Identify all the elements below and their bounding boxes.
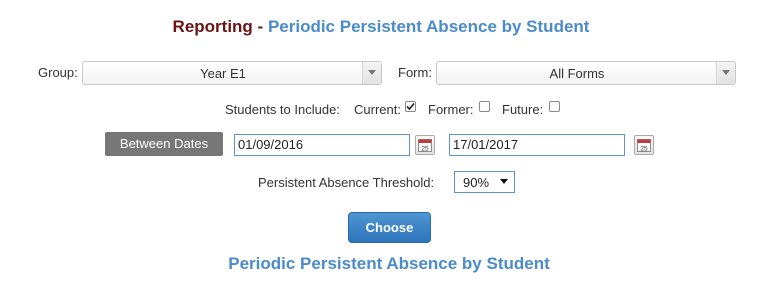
chevron-down-icon — [368, 70, 376, 75]
end-date-input[interactable]: 17/01/2017 — [449, 134, 625, 156]
svg-text:25: 25 — [421, 145, 429, 152]
group-select-value: Year E1 — [200, 66, 246, 81]
checkmark-icon — [406, 102, 415, 111]
group-label: Group: — [38, 65, 78, 80]
threshold-select-value: 90% — [463, 175, 490, 190]
end-date-calendar-button[interactable]: 25 — [634, 135, 654, 155]
threshold-label: Persistent Absence Threshold: — [258, 175, 435, 190]
form-select[interactable]: All Forms — [436, 61, 736, 85]
calendar-icon: 25 — [637, 139, 651, 152]
choose-button[interactable]: Choose — [348, 212, 431, 243]
form-select-value: All Forms — [549, 66, 605, 81]
future-checkbox[interactable] — [549, 101, 560, 112]
report-title: Periodic Persistent Absence by Student — [228, 254, 550, 273]
page-title: Reporting - Periodic Persistent Absence … — [0, 17, 762, 37]
future-label: Future: — [502, 102, 544, 117]
title-prefix: Reporting - — [172, 17, 268, 36]
calendar-icon: 25 — [418, 139, 432, 152]
threshold-select[interactable]: 90% — [454, 171, 515, 193]
former-checkbox[interactable] — [479, 101, 490, 112]
start-date-input[interactable]: 01/09/2016 — [234, 134, 410, 156]
form-label: Form: — [398, 65, 432, 80]
caret-down-icon — [500, 179, 508, 184]
chevron-down-icon — [722, 70, 730, 75]
current-checkbox[interactable] — [405, 101, 416, 112]
students-include-label: Students to Include: — [225, 102, 340, 117]
start-date-calendar-button[interactable]: 25 — [415, 135, 435, 155]
group-select[interactable]: Year E1 — [82, 61, 382, 85]
between-dates-button[interactable]: Between Dates — [105, 132, 223, 156]
svg-text:25: 25 — [640, 145, 648, 152]
former-label: Former: — [428, 102, 474, 117]
title-main: Periodic Persistent Absence by Student — [267, 17, 590, 36]
current-label: Current: — [354, 102, 401, 117]
group-dropdown-arrow[interactable] — [362, 62, 381, 84]
form-dropdown-arrow[interactable] — [716, 62, 735, 84]
